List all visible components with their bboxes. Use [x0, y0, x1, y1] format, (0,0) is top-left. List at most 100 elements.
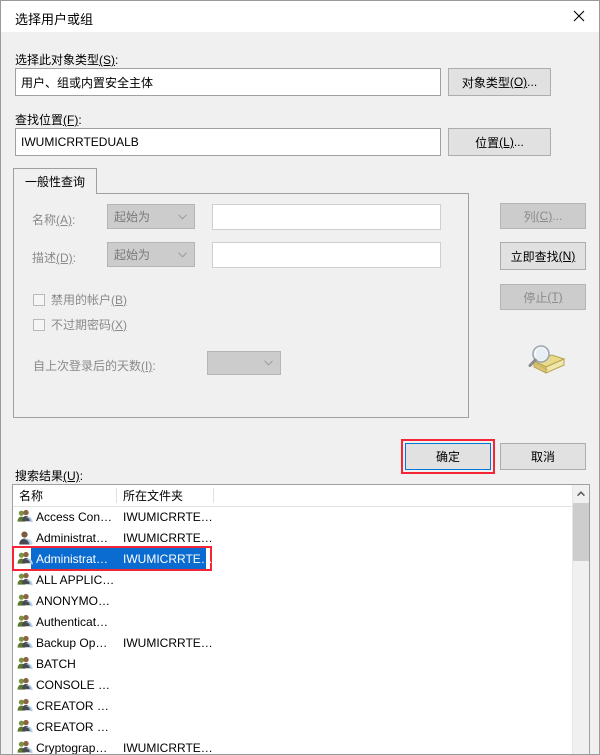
- cell-name: ANONYMO…: [17, 593, 110, 609]
- cell-name: CREATOR …: [17, 698, 109, 714]
- find-now-button[interactable]: 立即查找 (N): [500, 242, 586, 270]
- cell-name: Administrat…: [17, 530, 108, 546]
- cell-name: Cryptograp…: [17, 740, 107, 754]
- table-row[interactable]: Backup Op… IWUMICRRTE…: [13, 632, 589, 653]
- table-row[interactable]: CONSOLE …: [13, 674, 589, 695]
- name-operator-value: 起始为: [114, 210, 151, 224]
- days-since-logon-label-accel: (I): [141, 359, 153, 373]
- columns-button-accel: (C): [535, 209, 553, 223]
- name-label-suffix: :: [72, 213, 76, 227]
- table-row[interactable]: ALL APPLIC…: [13, 569, 589, 590]
- table-row[interactable]: CREATOR …: [13, 716, 589, 737]
- object-types-button-accel: (O): [509, 75, 528, 89]
- results-scrollbar[interactable]: [572, 485, 589, 754]
- location-value: IWUMICRRTEDUALB: [21, 135, 139, 149]
- non-expiring-password-label: 不过期密码: [51, 318, 112, 332]
- locations-button-suffix: ...: [513, 135, 524, 149]
- cell-name: BATCH: [17, 656, 76, 672]
- table-row[interactable]: Access Con… IWUMICRRTE…: [13, 506, 589, 527]
- row-name-text: Authenticat…: [36, 614, 109, 629]
- location-label-suffix: :: [78, 113, 82, 127]
- object-type-label-text: 选择此对象类型: [15, 53, 100, 67]
- ok-button[interactable]: 确定: [405, 443, 491, 470]
- row-name-text: BATCH: [36, 656, 76, 671]
- table-row[interactable]: Administrat… IWUMICRRTE…: [13, 527, 589, 548]
- cell-name: Backup Op…: [17, 635, 107, 651]
- group-icon: [17, 656, 33, 672]
- chevron-down-icon: [178, 251, 187, 258]
- cancel-button-label: 取消: [530, 450, 555, 464]
- columns-button-text: 列: [523, 209, 536, 224]
- row-name-text: CREATOR …: [36, 719, 109, 734]
- stop-button-accel: (T): [547, 290, 563, 304]
- description-operator-value: 起始为: [114, 248, 151, 262]
- columns-button-suffix: ...: [552, 209, 563, 223]
- object-type-field[interactable]: 用户、组或内置安全主体: [15, 68, 441, 96]
- group-icon: [17, 719, 33, 735]
- name-operator-dropdown[interactable]: 起始为: [107, 204, 195, 229]
- cell-name: CREATOR …: [17, 719, 109, 735]
- table-row[interactable]: Authenticat…: [13, 611, 589, 632]
- cell-folder: IWUMICRRTE…: [123, 509, 213, 524]
- object-type-value: 用户、组或内置安全主体: [21, 75, 154, 90]
- non-expiring-password-checkbox[interactable]: 不过期密码 (X): [33, 316, 127, 333]
- checkbox-box: [33, 318, 45, 331]
- locations-button[interactable]: 位置 (L)...: [448, 128, 551, 156]
- days-since-logon-label: 自上次登录后的天数(I):: [33, 357, 156, 374]
- name-input[interactable]: [212, 204, 441, 230]
- column-header-name[interactable]: 名称: [13, 485, 116, 506]
- group-icon: [17, 614, 33, 630]
- scrollbar-thumb[interactable]: [573, 503, 589, 561]
- row-name-text: ANONYMO…: [36, 593, 111, 608]
- column-separator[interactable]: [213, 488, 214, 503]
- cell-name: Administrat…: [17, 551, 108, 567]
- stop-button[interactable]: 停止 (T): [500, 284, 586, 310]
- name-label: 名称(A):: [32, 211, 75, 228]
- row-name-text: CREATOR …: [36, 698, 109, 713]
- search-results-label-suffix: :: [79, 469, 84, 483]
- list-rows: Access Con… IWUMICRRTE… Administrat… IWUMIC…: [13, 506, 589, 754]
- days-since-logon-label-suffix: :: [152, 359, 156, 373]
- cancel-button[interactable]: 取消: [500, 443, 586, 470]
- column-header-name-label: 名称: [19, 489, 44, 503]
- locations-button-accel: (L): [499, 135, 514, 149]
- description-label-text: 描述: [32, 251, 57, 265]
- description-operator-dropdown[interactable]: 起始为: [107, 242, 195, 267]
- cell-name: Access Con…: [17, 509, 112, 525]
- object-type-label-suffix: :: [115, 53, 119, 67]
- close-icon[interactable]: [556, 1, 599, 31]
- table-row[interactable]: BATCH: [13, 653, 589, 674]
- group-icon: [17, 677, 33, 693]
- group-icon: [17, 635, 33, 651]
- column-header-folder-label: 所在文件夹: [123, 489, 184, 503]
- disabled-accounts-checkbox[interactable]: 禁用的帐户 (B): [33, 291, 127, 308]
- days-since-logon-dropdown[interactable]: [207, 351, 281, 375]
- stop-button-text: 停止: [523, 290, 548, 305]
- cell-name: ALL APPLIC…: [17, 572, 114, 588]
- location-field[interactable]: IWUMICRRTEDUALB: [15, 128, 441, 156]
- search-results-label-accel: (U): [63, 469, 80, 483]
- column-header-folder[interactable]: 所在文件夹: [117, 485, 213, 506]
- table-row[interactable]: CREATOR …: [13, 695, 589, 716]
- description-label-suffix: :: [72, 251, 77, 265]
- group-icon: [17, 551, 33, 567]
- search-results-list[interactable]: 名称 所在文件夹 Access Con… IWUMICRRTE… Administr…: [12, 484, 590, 754]
- tab-common-queries-label: 一般性查询: [25, 175, 86, 189]
- object-type-label: 选择此对象类型(S):: [15, 51, 118, 68]
- table-row[interactable]: Administrat… IWUMICRRTE…: [13, 548, 589, 569]
- columns-button[interactable]: 列 (C)...: [500, 203, 586, 229]
- table-row[interactable]: ANONYMO…: [13, 590, 589, 611]
- disabled-accounts-accel: (B): [111, 292, 128, 307]
- tab-common-queries[interactable]: 一般性查询: [13, 168, 98, 194]
- group-icon: [17, 572, 33, 588]
- select-users-or-groups-dialog: 选择用户或组 选择此对象类型(S): 用户、组或内置安全主体 对象类型 (O)..…: [0, 0, 600, 755]
- description-input[interactable]: [212, 242, 441, 268]
- ok-button-label: 确定: [435, 450, 460, 464]
- name-label-accel: (A): [56, 213, 73, 227]
- disabled-accounts-label: 禁用的帐户: [51, 293, 112, 307]
- chevron-up-icon[interactable]: [573, 485, 589, 502]
- table-row[interactable]: Cryptograp… IWUMICRRTE…: [13, 737, 589, 754]
- cell-name: Authenticat…: [17, 614, 108, 630]
- object-types-button[interactable]: 对象类型 (O)...: [448, 68, 551, 96]
- row-name-text: ALL APPLIC…: [36, 572, 115, 587]
